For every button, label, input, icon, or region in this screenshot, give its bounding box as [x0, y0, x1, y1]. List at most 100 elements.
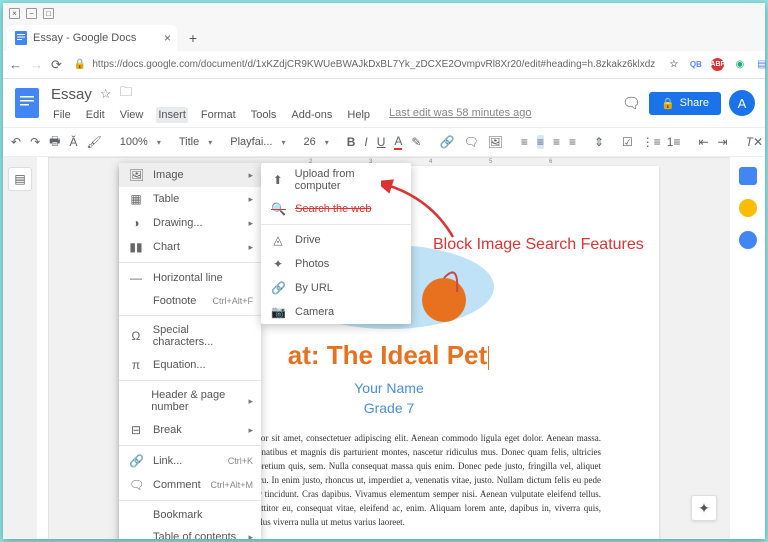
left-rail: ▤ [3, 157, 37, 539]
tasks-addon-icon[interactable] [739, 231, 757, 249]
zoom-select[interactable]: 100% [120, 136, 148, 148]
undo-icon[interactable]: ↶ [11, 135, 21, 149]
note-extension-icon[interactable]: ▤ [755, 58, 768, 71]
image-by-url[interactable]: 🔗By URL [261, 276, 411, 300]
star-icon[interactable]: ☆ [667, 58, 680, 71]
close-tab-icon[interactable]: × [164, 31, 171, 45]
folder-icon[interactable]: 🗀 [120, 83, 133, 105]
insert-break[interactable]: ⊟Break▸ [119, 418, 261, 442]
menu-tools[interactable]: Tools [249, 107, 279, 123]
abp-extension-icon[interactable]: ABP [711, 58, 724, 71]
line-spacing-icon[interactable]: ⇕ [594, 135, 604, 149]
insert-comment[interactable]: 🗨CommentCtrl+Alt+M [119, 473, 261, 497]
insert-menu-dropdown: 🖼Image▸ ▦Table▸ ◑Drawing...▸ ▮▮Chart▸ —H… [119, 163, 261, 539]
align-justify-icon[interactable]: ≡ [569, 135, 576, 149]
address-bar[interactable]: 🔒 https://docs.google.com/document/d/1xK… [70, 59, 659, 70]
image-icon[interactable]: 🖼 [488, 135, 503, 149]
align-right-icon[interactable]: ≡ [553, 135, 560, 149]
insert-bookmark[interactable]: Bookmark [119, 504, 261, 526]
menu-bar: File Edit View Insert Format Tools Add-o… [51, 107, 612, 123]
font-select[interactable]: Playfai... [230, 136, 272, 148]
outdent-icon[interactable]: ⇤ [698, 135, 708, 149]
drawing-icon: ◑ [129, 216, 143, 230]
insert-equation[interactable]: πEquation... [119, 353, 261, 377]
redo-icon[interactable]: ↷ [30, 135, 40, 149]
extensions: ☆ QB ABP ◉ ▤ ▦ ⋮ [667, 57, 768, 73]
spellcheck-icon[interactable]: Ӑ [69, 135, 77, 149]
forward-button[interactable]: → [30, 57, 43, 72]
last-edit[interactable]: Last edit was 58 minutes ago [389, 107, 531, 123]
explore-button[interactable]: ✦ [691, 495, 717, 521]
vertical-ruler [37, 157, 49, 539]
lock-share-icon: 🔒 [661, 97, 675, 110]
photos-icon: ✦ [271, 257, 285, 271]
insert-toc[interactable]: Table of contents▸ [119, 526, 261, 539]
size-select[interactable]: 26 [303, 136, 315, 148]
link-icon[interactable]: 🔗 [439, 135, 454, 149]
docs-favicon-icon [15, 31, 27, 45]
text-color-icon[interactable]: A [394, 134, 402, 150]
menu-file[interactable]: File [51, 107, 73, 123]
lock-icon: 🔒 [74, 59, 86, 70]
insert-drawing[interactable]: ◑Drawing...▸ [119, 211, 261, 235]
insert-chart[interactable]: ▮▮Chart▸ [119, 235, 261, 259]
italic-icon[interactable]: I [364, 135, 367, 149]
insert-header-pagenum[interactable]: Header & page number▸ [119, 384, 261, 418]
menu-addons[interactable]: Add-ons [289, 107, 334, 123]
reload-button[interactable]: ⟳ [51, 57, 62, 73]
comment-icon[interactable]: 🗨 [463, 135, 478, 149]
bold-icon[interactable]: B [347, 135, 356, 149]
docs-logo-icon[interactable] [13, 85, 41, 121]
insert-link[interactable]: 🔗Link...Ctrl+K [119, 449, 261, 473]
avatar[interactable]: A [729, 90, 755, 116]
highlight-icon[interactable]: ✎ [411, 135, 421, 149]
minimize-window-icon[interactable]: − [26, 8, 37, 19]
image-photos[interactable]: ✦Photos [261, 252, 411, 276]
insert-image[interactable]: 🖼Image▸ [119, 163, 261, 187]
url-icon: 🔗 [271, 281, 285, 295]
maximize-window-icon[interactable]: □ [43, 8, 54, 19]
upload-icon: ⬆ [271, 173, 285, 187]
menu-view[interactable]: View [118, 107, 146, 123]
insert-hline[interactable]: —Horizontal line [119, 266, 261, 290]
share-button[interactable]: 🔒 Share [649, 92, 721, 115]
paint-format-icon[interactable]: 🖌 [86, 135, 101, 149]
outline-icon[interactable]: ▤ [8, 167, 32, 191]
browser-tab[interactable]: Essay - Google Docs × [7, 25, 177, 51]
menu-format[interactable]: Format [199, 107, 238, 123]
chart-icon: ▮▮ [129, 240, 143, 254]
image-camera[interactable]: 📷Camera [261, 300, 411, 324]
back-button[interactable]: ← [9, 57, 22, 72]
annotation-text: Block Image Search Features [433, 236, 644, 254]
new-tab-button[interactable]: + [183, 28, 203, 48]
underline-icon[interactable]: U [377, 135, 386, 149]
checklist-icon[interactable]: ☑ [622, 135, 633, 149]
keep-addon-icon[interactable] [739, 199, 757, 217]
print-icon[interactable]: 🖶 [49, 132, 60, 153]
menu-help[interactable]: Help [345, 107, 372, 123]
insert-special[interactable]: ΩSpecial characters... [119, 319, 261, 353]
shield-extension-icon[interactable]: ◉ [733, 58, 746, 71]
star-doc-icon[interactable]: ☆ [100, 86, 112, 102]
comments-icon[interactable]: 🗨 [622, 94, 641, 112]
style-select[interactable]: Title [179, 136, 199, 148]
number-list-icon[interactable]: 1≡ [667, 135, 681, 149]
tab-title: Essay - Google Docs [33, 32, 136, 44]
pi-icon: π [129, 358, 143, 372]
calendar-addon-icon[interactable] [739, 167, 757, 185]
qb-extension-icon[interactable]: QB [689, 58, 702, 71]
insert-table[interactable]: ▦Table▸ [119, 187, 261, 211]
clear-format-icon[interactable]: T✕ [746, 135, 762, 149]
menu-edit[interactable]: Edit [84, 107, 107, 123]
insert-footnote[interactable]: FootnoteCtrl+Alt+F [119, 290, 261, 312]
indent-icon[interactable]: ⇥ [718, 135, 728, 149]
align-left-icon[interactable]: ≡ [521, 135, 528, 149]
align-center-icon[interactable]: ≡ [537, 135, 544, 149]
browser-window: × − □ Essay - Google Docs × + ← → ⟳ 🔒 ht… [3, 3, 765, 539]
bullet-list-icon[interactable]: ⋮≡ [642, 135, 658, 149]
search-icon: 🔍 [271, 202, 285, 216]
menu-insert[interactable]: Insert [156, 107, 188, 123]
close-window-icon[interactable]: × [9, 8, 20, 19]
doc-title[interactable]: Essay [51, 86, 92, 103]
break-icon: ⊟ [129, 423, 143, 437]
